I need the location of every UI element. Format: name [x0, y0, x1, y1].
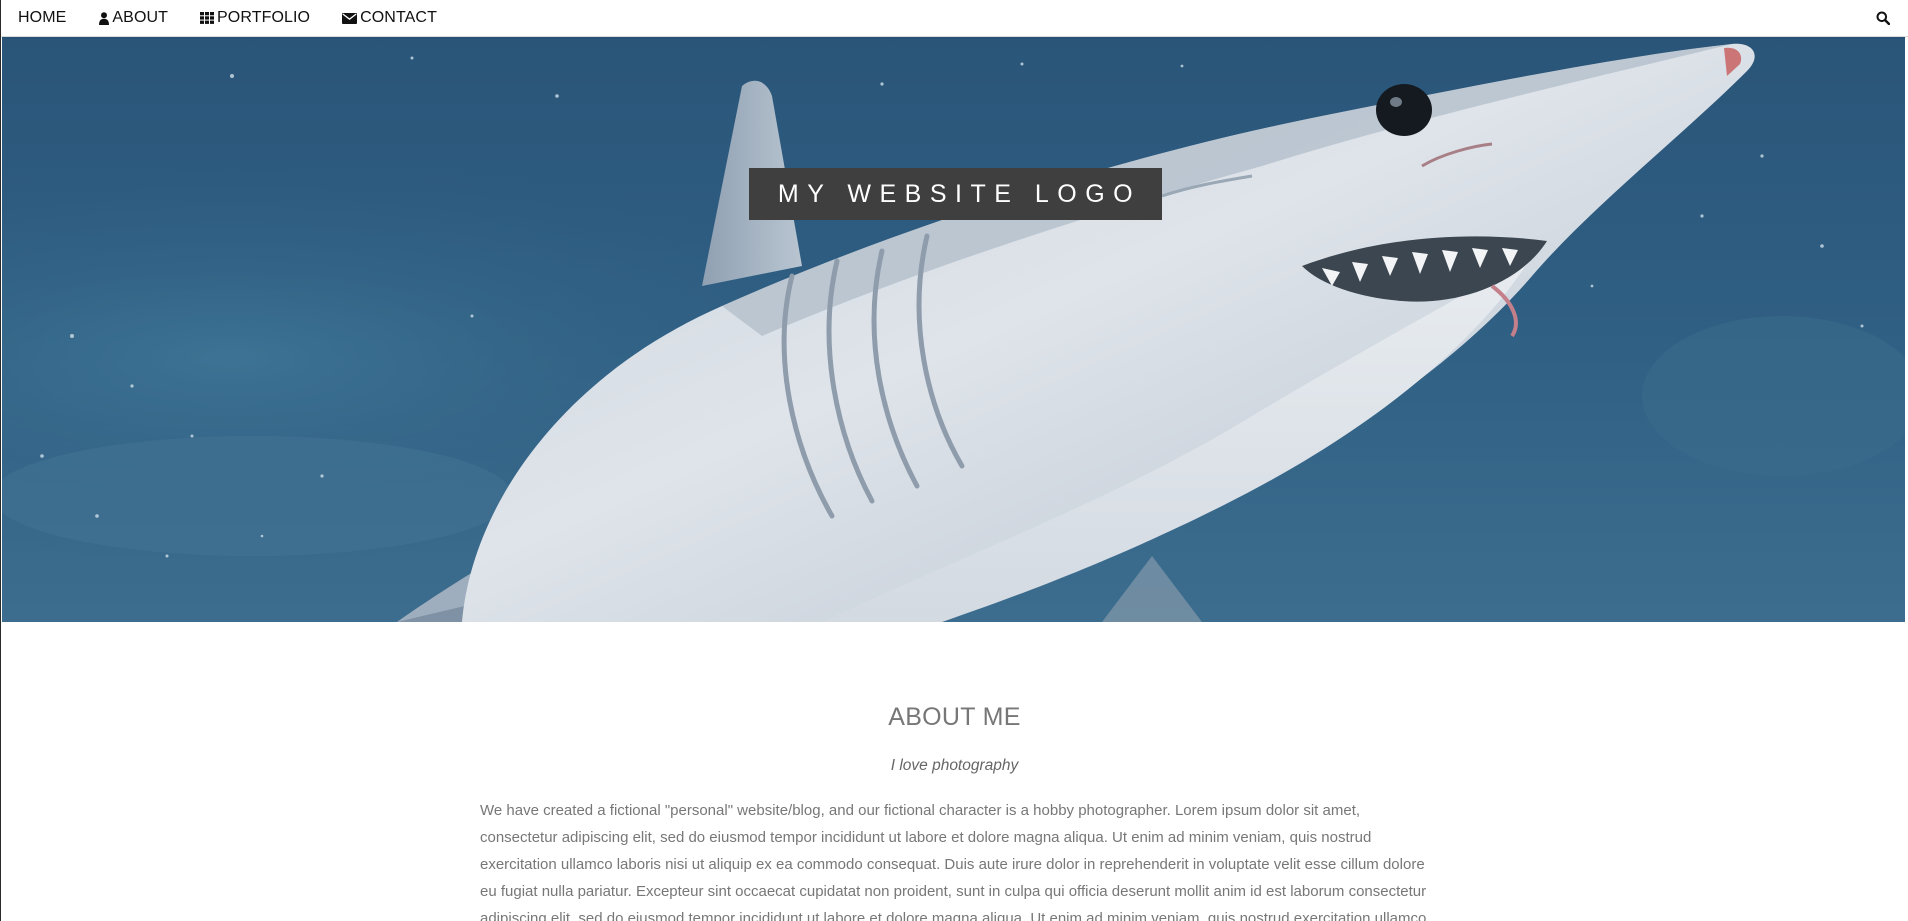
nav-contact-label: CONTACT: [360, 9, 437, 26]
grid-icon: [200, 12, 215, 24]
nav-home-label: HOME: [18, 9, 67, 26]
nav-portfolio[interactable]: PORTFOLIO: [184, 0, 326, 36]
about-title: ABOUT ME: [888, 703, 1021, 731]
about-body-text: We have created a fictional "personal" w…: [480, 802, 1427, 921]
envelope-icon: [342, 12, 358, 24]
top-navigation: HOME ABOUT PORTFOLIO CONTACT: [1, 0, 1908, 37]
nav-portfolio-label: PORTFOLIO: [217, 9, 311, 26]
nav-home[interactable]: HOME: [1, 0, 83, 36]
site-logo-text: MY WEBSITE LOGO: [777, 179, 1142, 208]
nav-about-label: ABOUT: [112, 9, 169, 26]
page: HOME ABOUT PORTFOLIO CONTACT MY WEBSITE …: [0, 0, 1908, 921]
shark-photo: [2, 36, 1905, 622]
hero-banner: MY WEBSITE LOGO: [2, 36, 1905, 622]
nav-about[interactable]: ABOUT: [83, 0, 184, 36]
user-icon: [99, 11, 110, 25]
about-subtitle: I love photography: [890, 757, 1019, 774]
search-button[interactable]: [1876, 0, 1890, 36]
search-icon: [1876, 11, 1890, 25]
nav-contact[interactable]: CONTACT: [326, 0, 453, 36]
site-logo[interactable]: MY WEBSITE LOGO: [749, 168, 1162, 220]
